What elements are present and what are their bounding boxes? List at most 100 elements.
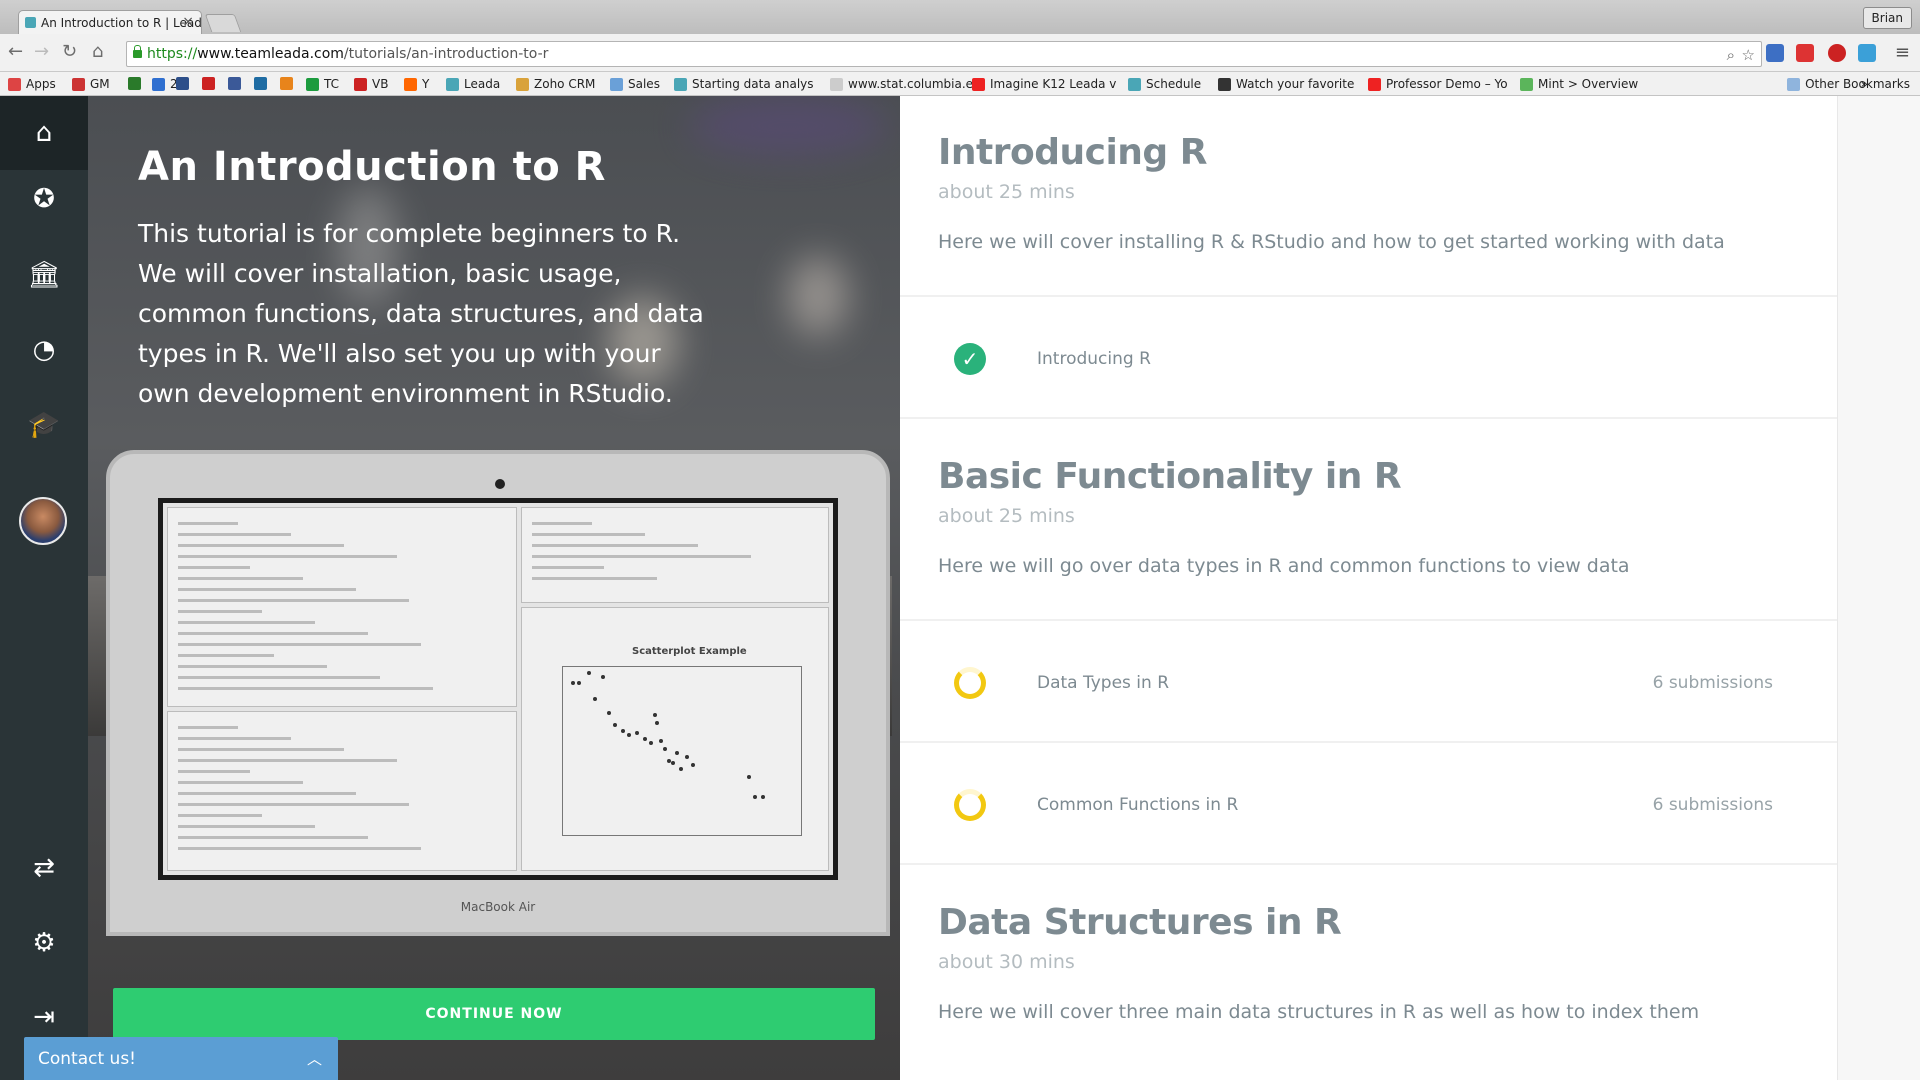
- code-line: [178, 566, 250, 569]
- scatter-point: [607, 711, 611, 715]
- bookmark-label: GM: [90, 77, 110, 91]
- bookmark-label: Y: [422, 77, 430, 91]
- check-complete-icon: ✓: [954, 343, 986, 375]
- scatter-point: [753, 795, 757, 799]
- scatter-point: [675, 751, 679, 755]
- laptop-image: Scatterplot Example MacBook Air: [106, 450, 890, 936]
- code-line: [178, 737, 291, 740]
- section-duration: about 30 mins: [938, 951, 1075, 973]
- close-tab-icon[interactable]: ×: [182, 14, 194, 30]
- bookmark-item[interactable]: [176, 77, 189, 90]
- address-bar[interactable]: https://www.teamleada.com/tutorials/an-i…: [126, 41, 1762, 67]
- bookmark-label: Professor Demo – Yo: [1386, 77, 1508, 91]
- profile-button[interactable]: Brian: [1862, 7, 1912, 29]
- code-line: [178, 599, 409, 602]
- bookmark-item[interactable]: Sales: [610, 77, 660, 91]
- bookmark-item[interactable]: [128, 77, 141, 90]
- bookmark-favicon-icon: [674, 77, 687, 91]
- reload-icon[interactable]: ↻: [62, 42, 77, 62]
- bookmark-label: Imagine K12 Leada v: [990, 77, 1117, 91]
- bookmark-item[interactable]: Mint > Overview: [1520, 77, 1638, 91]
- scatter-point: [659, 739, 663, 743]
- bookmark-favicon-icon: [128, 77, 141, 90]
- bookmark-item[interactable]: Leada: [446, 77, 500, 91]
- chevron-up-icon[interactable]: ︿: [307, 1048, 322, 1069]
- extension-icon[interactable]: [1858, 44, 1876, 62]
- home-browser-icon[interactable]: ⌂: [92, 42, 103, 62]
- section-title: Data Structures in R: [938, 902, 1342, 943]
- bookmark-item[interactable]: Imagine K12 Leada v: [972, 77, 1116, 91]
- graduation-cap-icon[interactable]: 🎓: [0, 388, 88, 462]
- bookmark-item[interactable]: www.stat.columbia.e: [830, 77, 973, 91]
- code-line: [178, 632, 368, 635]
- code-line: [178, 726, 238, 729]
- exchange-icon[interactable]: ⇄: [0, 831, 88, 905]
- divider: [900, 863, 1837, 865]
- bookmark-item[interactable]: [254, 77, 267, 90]
- code-line: [178, 825, 315, 828]
- scatter-point: [691, 763, 695, 767]
- section-description: Here we will cover installing R & RStudi…: [938, 231, 1725, 253]
- home-icon[interactable]: ⌂: [0, 96, 88, 170]
- extension-icon[interactable]: [1828, 44, 1846, 62]
- gears-icon[interactable]: ⚙: [0, 906, 88, 980]
- menu-icon[interactable]: ≡: [1895, 42, 1910, 63]
- forward-icon[interactable]: →: [34, 42, 49, 62]
- bookmark-item[interactable]: [202, 77, 215, 90]
- tutorial-description: This tutorial is for complete beginners …: [138, 219, 704, 408]
- url-path: /tutorials/an-introduction-to-r: [343, 46, 549, 62]
- bank-icon[interactable]: 🏛: [0, 238, 88, 312]
- scatter-point: [649, 741, 653, 745]
- code-line: [178, 687, 433, 690]
- bookmark-item[interactable]: VB: [354, 77, 388, 91]
- lesson-item[interactable]: Common Functions in R 6 submissions: [900, 743, 1837, 863]
- user-avatar[interactable]: [19, 497, 67, 545]
- code-line: [178, 792, 356, 795]
- contact-us-widget[interactable]: Contact us! ︿: [24, 1037, 338, 1080]
- bookmark-item[interactable]: [280, 77, 293, 90]
- section-basic-functionality: Basic Functionality in R about 25 mins H…: [938, 456, 1798, 577]
- bookmark-favicon-icon: [404, 77, 417, 91]
- section-introducing-r: Introducing R about 25 mins Here we will…: [938, 132, 1798, 253]
- bookmark-item[interactable]: Starting data analys: [674, 77, 814, 91]
- bookmark-favicon-icon: [354, 77, 367, 91]
- bookmark-item[interactable]: Watch your favorite: [1218, 77, 1354, 91]
- extension-icon[interactable]: [1796, 44, 1814, 62]
- new-tab-button[interactable]: [204, 14, 242, 32]
- code-line: [178, 621, 315, 624]
- bookmark-item[interactable]: Y: [404, 77, 429, 91]
- other-bookmarks[interactable]: Other Bookmarks: [1787, 77, 1910, 91]
- bookmark-item[interactable]: [228, 77, 241, 90]
- scatter-point: [621, 729, 625, 733]
- bookmark-item[interactable]: TC: [306, 77, 339, 91]
- extension-icon[interactable]: [1766, 44, 1784, 62]
- bookmark-favicon-icon: [176, 77, 189, 90]
- bookmark-favicon-icon: [228, 77, 241, 90]
- scatter-point: [635, 731, 639, 735]
- in-progress-ring-icon: [954, 789, 986, 821]
- zoom-icon[interactable]: ⌕: [1727, 46, 1735, 64]
- bookmark-item[interactable]: Schedule: [1128, 77, 1201, 91]
- back-icon[interactable]: ←: [8, 42, 23, 62]
- lesson-item[interactable]: Data Types in R 6 submissions: [900, 621, 1837, 741]
- section-title: Introducing R: [938, 132, 1207, 173]
- bookmark-star-icon[interactable]: ☆: [1742, 46, 1755, 64]
- right-gutter: [1837, 96, 1920, 1080]
- continue-now-button[interactable]: CONTINUE NOW: [113, 988, 875, 1040]
- browser-tab[interactable]: An Introduction to R | Leada ×: [18, 10, 202, 34]
- bookmark-item[interactable]: GM: [72, 77, 110, 91]
- bookmark-item[interactable]: Zoho CRM: [516, 77, 595, 91]
- url-scheme: https://: [147, 46, 198, 62]
- lock-icon: [133, 45, 142, 58]
- scatter-point: [571, 681, 575, 685]
- scatter-point: [663, 747, 667, 751]
- lesson-item[interactable]: ✓ Introducing R: [900, 297, 1837, 417]
- code-line: [532, 533, 645, 536]
- bookmark-item[interactable]: Apps: [8, 77, 56, 91]
- dashboard-icon[interactable]: ◔: [0, 313, 88, 387]
- environment-pane: [521, 507, 829, 603]
- code-line: [178, 770, 250, 773]
- rebel-icon[interactable]: ✪: [0, 162, 88, 236]
- bookmark-item[interactable]: Professor Demo – Yo: [1368, 77, 1508, 91]
- scatter-point: [587, 671, 591, 675]
